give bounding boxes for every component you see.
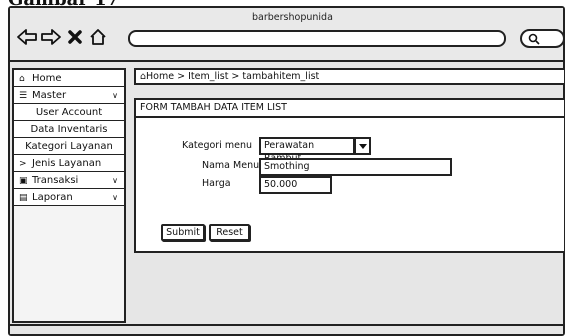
address-bar[interactable] (128, 30, 506, 47)
sidebar-item-label: Transaksi (32, 175, 79, 186)
breadcrumb: ⌂Home > Item_list > tambahitem_list (134, 68, 565, 85)
sidebar-item-laporan[interactable]: ▤ Laporan ∨ (14, 189, 124, 206)
nama-menu-value: Smothing (264, 161, 310, 172)
sidebar-item-label: User Account (35, 107, 103, 118)
kategori-label: Kategori menu (182, 140, 253, 151)
sidebar-item-jenis-layanan[interactable]: > Jenis Layanan (14, 155, 124, 172)
sidebar-item-label: Laporan (32, 192, 73, 203)
status-bar (10, 324, 563, 334)
sidebar-item-master[interactable]: ☰ Master ∨ (14, 87, 124, 104)
nama-menu-label: Nama Menu (202, 160, 260, 171)
home-icon: ⌂ (19, 74, 25, 84)
harga-label: Harga (202, 178, 231, 189)
browser-titlebar: barbershopunida (10, 8, 565, 62)
chevron-down-icon: ∨ (112, 193, 118, 202)
form-panel: FORM TAMBAH DATA ITEM LIST Kategori menu… (134, 98, 565, 253)
site-title: barbershopunida (252, 12, 333, 23)
back-arrow-icon[interactable] (16, 28, 38, 46)
harga-input[interactable]: 50.000 (259, 176, 332, 194)
reset-button[interactable]: Reset (209, 224, 250, 241)
harga-value: 50.000 (264, 179, 298, 190)
home-icon[interactable] (88, 28, 108, 46)
database-icon: ☰ (19, 91, 28, 101)
sidebar-item-home[interactable]: ⌂ Home (14, 70, 124, 87)
sidebar: ⌂ Home ☰ Master ∨ User Account Data Invent… (12, 68, 126, 323)
sidebar-item-data-inventaris[interactable]: Data Inventaris (14, 121, 124, 138)
sidebar-item-label: Jenis Layanan (32, 158, 102, 169)
close-icon[interactable] (66, 28, 84, 46)
sidebar-item-label: Data Inventaris (30, 124, 108, 135)
chevron-down-icon: ∨ (112, 91, 118, 100)
sidebar-item-transaksi[interactable]: ▣ Transaksi ∨ (14, 172, 124, 189)
sidebar-item-label: Kategori Layanan (25, 141, 113, 152)
sidebar-item-label: Master (32, 90, 67, 101)
sidebar-item-user-account[interactable]: User Account (14, 104, 124, 121)
chevron-down-icon[interactable] (354, 137, 371, 155)
card-icon: ▣ (19, 176, 28, 186)
main-content: ⌂Home > Item_list > tambahitem_list FORM… (134, 68, 565, 323)
chevron-down-icon: ∨ (112, 176, 118, 185)
browser-window: barbershopunida ⌂ Home ☰ Master ∨ User A… (8, 6, 565, 336)
submit-button[interactable]: Submit (161, 224, 205, 241)
search-icon (528, 33, 540, 45)
forward-arrow-icon[interactable] (40, 28, 62, 46)
nama-menu-input[interactable]: Smothing (259, 158, 452, 176)
form-title: FORM TAMBAH DATA ITEM LIST (136, 100, 564, 118)
kategori-select[interactable]: Perawatan Rambut (259, 137, 371, 164)
chevron-right-icon: > (19, 159, 27, 169)
breadcrumb-text: Home > Item_list > tambahitem_list (146, 71, 320, 82)
sidebar-item-kategori-layanan[interactable]: Kategori Layanan (14, 138, 124, 155)
sidebar-item-label: Home (32, 73, 62, 84)
chart-icon: ▤ (19, 193, 28, 203)
search-box[interactable] (520, 29, 565, 48)
